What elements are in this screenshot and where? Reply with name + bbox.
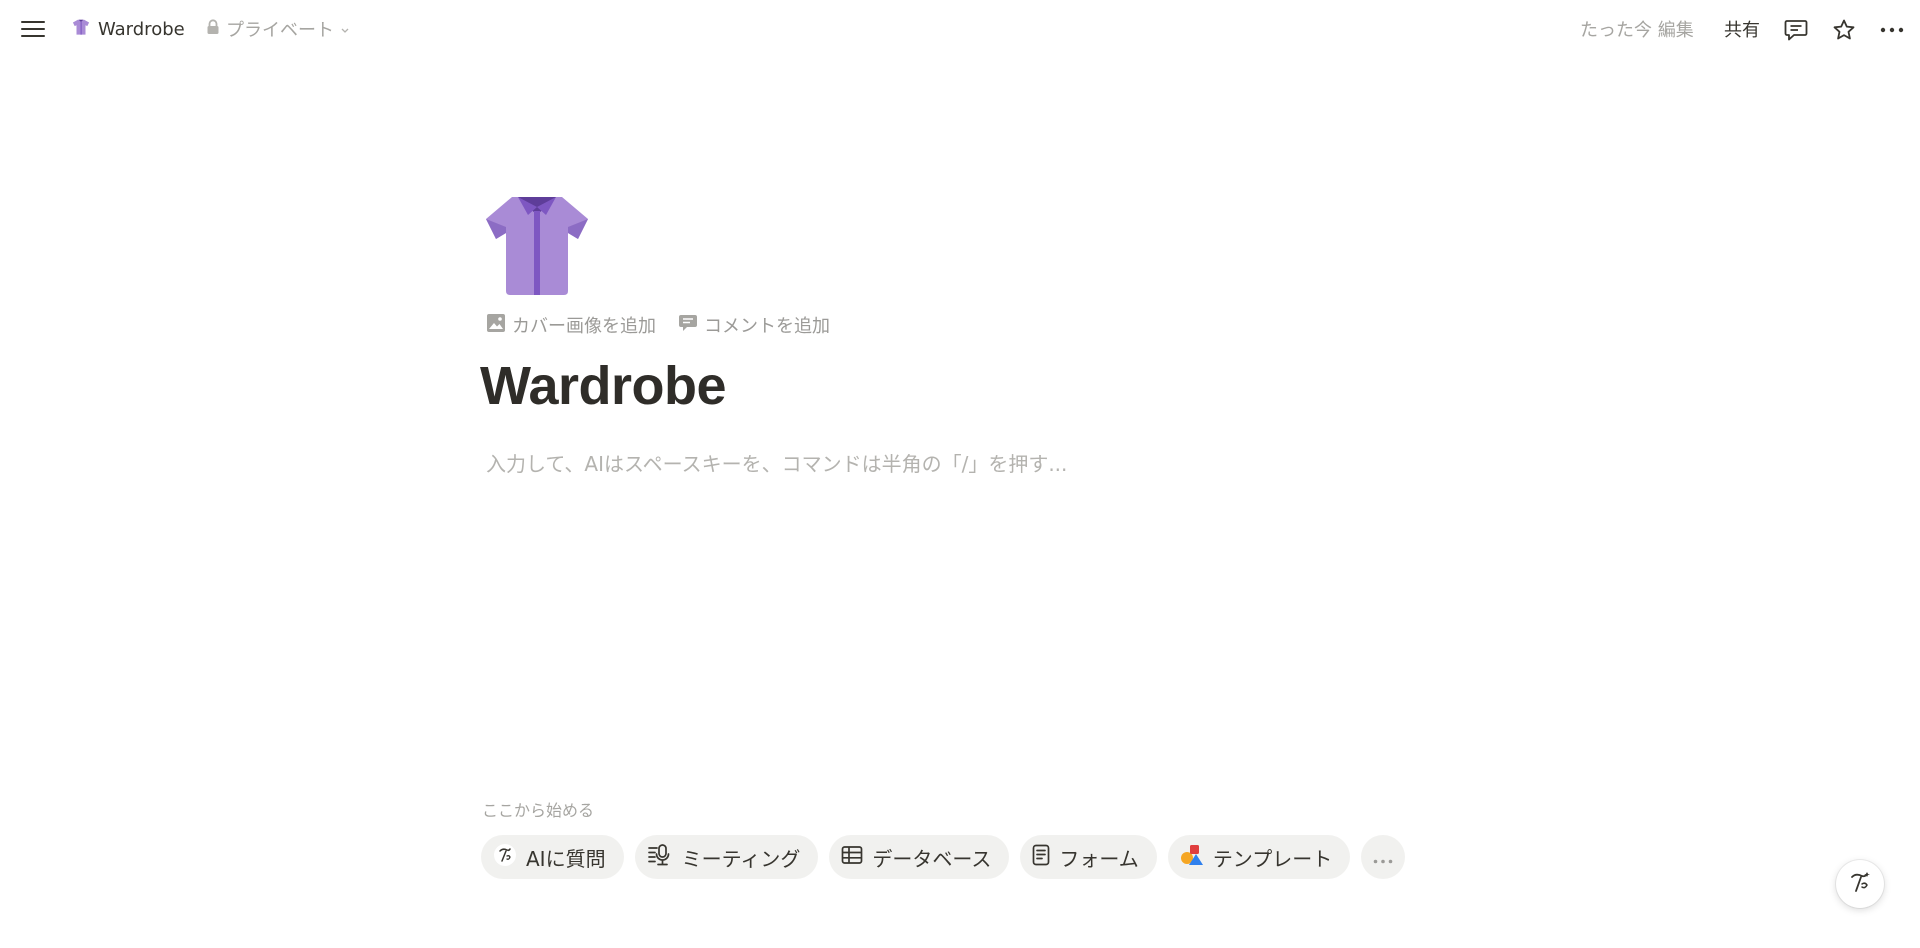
add-comment-label: コメントを追加 bbox=[704, 316, 830, 337]
database-label: データベース bbox=[872, 846, 992, 871]
start-here-label: ここから始める bbox=[482, 801, 595, 820]
page-shirt-icon[interactable] bbox=[482, 193, 592, 297]
chevron-down-icon bbox=[340, 19, 350, 40]
privacy-dropdown[interactable]: プライベート bbox=[200, 13, 356, 45]
editor-placeholder[interactable]: 入力して、AIはスペースキーを、コマンドは半角の「/」を押す... bbox=[486, 448, 1386, 477]
page-title[interactable]: Wardrobe bbox=[480, 355, 727, 417]
notion-ai-floating-button[interactable] bbox=[1836, 860, 1884, 908]
shirt-icon bbox=[72, 18, 90, 40]
template-icon bbox=[1180, 843, 1204, 872]
notion-ai-icon bbox=[1846, 868, 1874, 900]
more-horizontal-icon bbox=[1373, 845, 1393, 869]
start-options: AIに質問 ミーティング データベース フォーム テンプレート bbox=[481, 835, 1406, 879]
image-icon bbox=[486, 313, 506, 338]
hamburger-icon[interactable] bbox=[18, 17, 48, 41]
share-button[interactable]: 共有 bbox=[1718, 13, 1766, 45]
privacy-label: プライベート bbox=[226, 20, 334, 41]
meeting-label: ミーティング bbox=[681, 846, 801, 871]
form-button[interactable]: フォーム bbox=[1020, 835, 1157, 879]
notion-ai-icon bbox=[493, 843, 517, 872]
top-bar: Wardrobe プライベート たった今 編集 共有 bbox=[0, 0, 1920, 58]
ask-ai-label: AIに質問 bbox=[526, 846, 606, 871]
breadcrumb[interactable]: Wardrobe bbox=[66, 13, 191, 45]
meeting-button[interactable]: ミーティング bbox=[634, 835, 819, 879]
form-label: フォーム bbox=[1059, 846, 1139, 871]
comment-icon[interactable] bbox=[1780, 14, 1812, 46]
add-cover-button[interactable]: カバー画像を追加 bbox=[482, 310, 660, 340]
comment-icon bbox=[678, 313, 698, 338]
page-actions: カバー画像を追加 コメントを追加 bbox=[482, 310, 834, 340]
template-button[interactable]: テンプレート bbox=[1167, 835, 1351, 879]
star-icon[interactable] bbox=[1828, 14, 1860, 46]
template-label: テンプレート bbox=[1212, 846, 1333, 871]
table-icon bbox=[841, 845, 863, 870]
microphone-icon bbox=[647, 843, 673, 872]
lock-icon bbox=[206, 18, 220, 40]
add-cover-label: カバー画像を追加 bbox=[512, 316, 656, 337]
last-edited-status: たった今 編集 bbox=[1580, 20, 1694, 41]
form-icon bbox=[1032, 844, 1050, 871]
database-button[interactable]: データベース bbox=[829, 835, 1010, 879]
more-options-button[interactable] bbox=[1361, 835, 1406, 879]
ask-ai-button[interactable]: AIに質問 bbox=[481, 835, 624, 879]
breadcrumb-page-title: Wardrobe bbox=[98, 18, 185, 40]
more-horizontal-icon[interactable] bbox=[1876, 14, 1908, 46]
add-comment-button[interactable]: コメントを追加 bbox=[674, 310, 834, 340]
